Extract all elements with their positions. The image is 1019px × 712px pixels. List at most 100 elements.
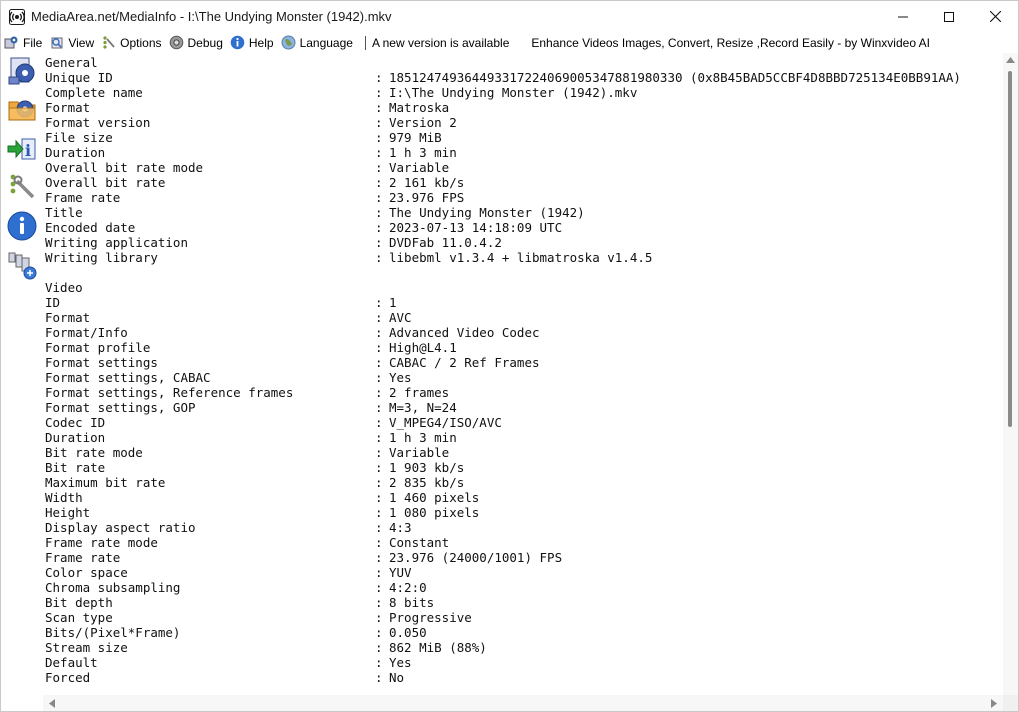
scroll-left-arrow-icon[interactable] xyxy=(49,699,55,708)
field-value: YUV xyxy=(389,565,412,580)
preferences-button[interactable] xyxy=(5,170,39,204)
info-row: Format settings, CABAC: Yes xyxy=(45,370,961,385)
field-name: Bit rate xyxy=(45,460,106,475)
field-name: Forced xyxy=(45,670,91,685)
field-separator: : xyxy=(375,625,383,640)
field-name: Writing library xyxy=(45,250,158,265)
field-value: 0.050 xyxy=(389,625,427,640)
info-row: Bits/(Pixel*Frame):0.050 xyxy=(45,625,961,640)
menu-options[interactable]: Options xyxy=(98,32,165,53)
mediainfo-window: MediaArea.net/MediaInfo - I:\The Undying… xyxy=(0,0,1019,712)
section-heading: General xyxy=(45,55,98,70)
field-name: Encoded date xyxy=(45,220,136,235)
title-bar: MediaArea.net/MediaInfo - I:\The Undying… xyxy=(1,1,1018,32)
field-name: Color space xyxy=(45,565,128,580)
vertical-scrollbar[interactable] xyxy=(1003,53,1018,695)
info-row: Maximum bit rate:2 835 kb/s xyxy=(45,475,961,490)
menu-language[interactable]: Language xyxy=(278,32,357,53)
menu-view[interactable]: View xyxy=(46,32,98,53)
field-value: 185124749364493317224069005347881980330 … xyxy=(389,70,961,85)
menu-debug[interactable]: Debug xyxy=(166,32,227,53)
field-name: Format xyxy=(45,100,91,115)
info-row: Forced: No xyxy=(45,670,961,685)
field-name: Duration xyxy=(45,145,106,160)
info-panel[interactable]: General Unique ID:18512474936449331722406… xyxy=(43,53,1003,695)
field-name: Scan type xyxy=(45,610,113,625)
info-row: Overall bit rate:2 161 kb/s xyxy=(45,175,961,190)
field-value: Matroska xyxy=(389,100,450,115)
field-value: 2 835 kb/s xyxy=(389,475,465,490)
field-separator: : xyxy=(375,325,383,340)
close-button[interactable] xyxy=(972,1,1018,32)
field-separator: : xyxy=(375,70,383,85)
info-row: Scan type: Progressive xyxy=(45,610,961,625)
field-name: Format xyxy=(45,310,91,325)
info-row: Format: Matroska xyxy=(45,100,961,115)
field-value: M=3, N=24 xyxy=(389,400,457,415)
field-value: High@L4.1 xyxy=(389,340,457,355)
info-row: Complete name: I:\The Undying Monster (19… xyxy=(45,85,961,100)
info-row: Format settings: CABAC / 2 Ref Frames xyxy=(45,355,961,370)
scroll-up-arrow-icon[interactable] xyxy=(1006,57,1015,63)
field-name: Unique ID xyxy=(45,70,113,85)
export-button[interactable]: i xyxy=(5,132,39,166)
field-name: Frame rate mode xyxy=(45,535,158,550)
info-row: Unique ID:185124749364493317224069005347… xyxy=(45,70,961,85)
field-name: Bits/(Pixel*Frame) xyxy=(45,625,181,640)
menu-debug-label: Debug xyxy=(187,35,223,50)
info-row: Bit rate:1 903 kb/s xyxy=(45,460,961,475)
field-name: Stream size xyxy=(45,640,128,655)
field-name: Bit rate mode xyxy=(45,445,143,460)
field-separator: : xyxy=(375,340,383,355)
field-separator: : xyxy=(375,220,383,235)
field-name: Codec ID xyxy=(45,415,106,430)
about-icon xyxy=(7,211,37,241)
menu-separator xyxy=(364,35,366,50)
field-value: 23.976 FPS xyxy=(389,190,465,205)
field-value: 2023-07-13 14:18:09 UTC xyxy=(389,220,563,235)
info-row: Bit rate mode: Variable xyxy=(45,445,961,460)
field-value: The Undying Monster (1942) xyxy=(389,205,585,220)
knowledge-base-button[interactable] xyxy=(5,248,39,282)
field-name: Format version xyxy=(45,115,151,130)
new-version-link[interactable]: A new version is available xyxy=(372,36,509,50)
field-value: Variable xyxy=(389,160,450,175)
file-icon xyxy=(4,35,19,50)
field-value: 1 h 3 min xyxy=(389,430,457,445)
info-row: Duration:1 h 3 min xyxy=(45,430,961,445)
view-icon xyxy=(49,35,64,50)
field-separator: : xyxy=(375,400,383,415)
info-row: Format/Info: Advanced Video Codec xyxy=(45,325,961,340)
scroll-right-arrow-icon[interactable] xyxy=(991,699,997,708)
about-button[interactable] xyxy=(5,209,39,243)
menu-file[interactable]: File xyxy=(1,32,46,53)
maximize-button[interactable] xyxy=(926,1,972,32)
field-separator: : xyxy=(375,580,383,595)
field-name: Overall bit rate mode xyxy=(45,160,204,175)
field-separator: : xyxy=(375,655,383,670)
menu-help[interactable]: Help xyxy=(227,32,278,53)
field-separator: : xyxy=(375,505,383,520)
info-row: Format version: Version 2 xyxy=(45,115,961,130)
vertical-scroll-thumb[interactable] xyxy=(1008,71,1012,427)
field-value: CABAC / 2 Ref Frames xyxy=(389,355,540,370)
export-icon: i xyxy=(7,138,36,160)
promo-link[interactable]: Enhance Videos Images, Convert, Resize ,… xyxy=(531,36,930,50)
field-separator: : xyxy=(375,190,383,205)
field-separator: : xyxy=(375,175,383,190)
horizontal-scrollbar[interactable] xyxy=(43,695,1003,711)
field-value: V_MPEG4/ISO/AVC xyxy=(389,415,502,430)
field-name: Height xyxy=(45,505,91,520)
minimize-button[interactable] xyxy=(880,1,926,32)
info-row: Display aspect ratio:4:3 xyxy=(45,520,961,535)
field-separator: : xyxy=(375,235,383,250)
field-separator: : xyxy=(375,640,383,655)
field-value: 1 903 kb/s xyxy=(389,460,465,475)
open-file-button[interactable] xyxy=(5,54,39,88)
media-info-text: General Unique ID:18512474936449331722406… xyxy=(45,55,961,685)
close-icon xyxy=(989,11,1001,22)
open-folder-button[interactable] xyxy=(5,92,39,126)
field-separator: : xyxy=(375,445,383,460)
info-row: Writing application: DVDFab 11.0.4.2 xyxy=(45,235,961,250)
field-value: 1 xyxy=(389,295,397,310)
